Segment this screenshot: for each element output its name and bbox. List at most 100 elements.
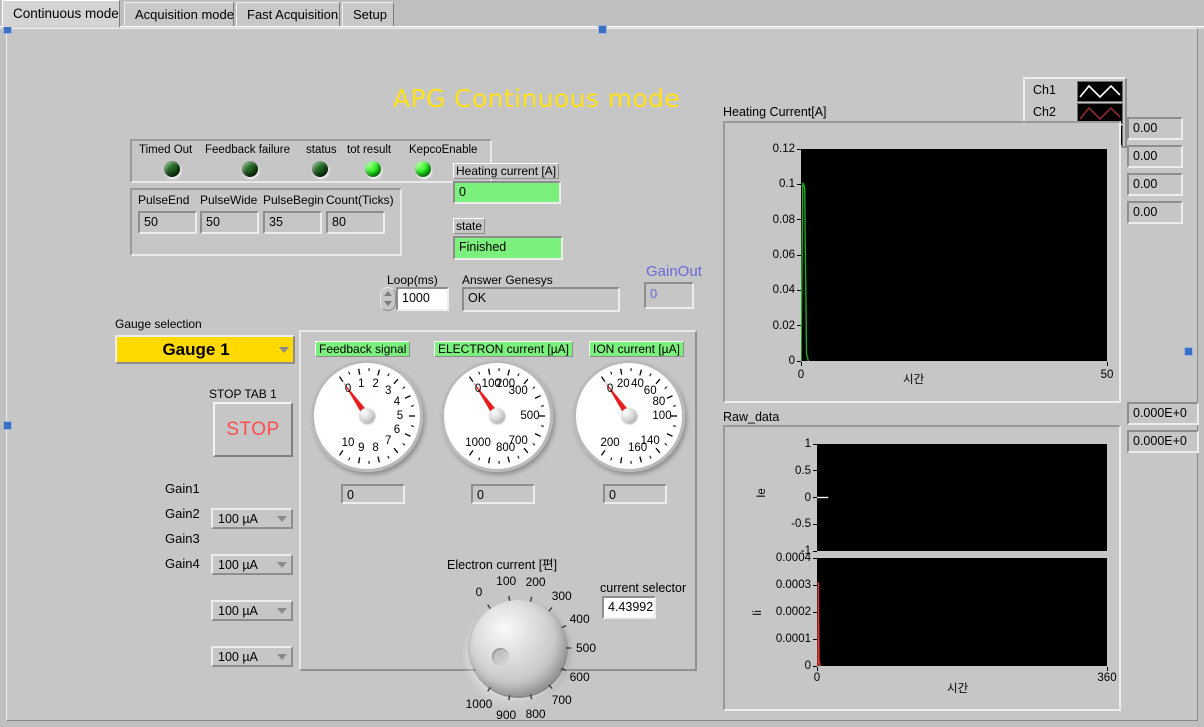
knob-ticks bbox=[487, 595, 571, 701]
gain4-combo[interactable]: 100 µA bbox=[211, 646, 293, 667]
meter-tick-label: 9 bbox=[358, 442, 365, 455]
meter-hub bbox=[359, 408, 374, 423]
legend-row-ch1[interactable]: Ch1 bbox=[1029, 81, 1125, 102]
feedback-signal-value: 0 bbox=[341, 484, 405, 504]
led-label-feedback-failure: Feedback failure bbox=[205, 144, 291, 156]
heating-current-field-label: Heating current [A] bbox=[453, 163, 560, 179]
knob-tick-label: 1000 bbox=[465, 696, 493, 711]
tab-label: Continuous mode bbox=[13, 6, 119, 21]
count-ticks-field[interactable]: 80 bbox=[326, 211, 385, 234]
answer-genesys-label: Answer Genesys bbox=[462, 273, 553, 287]
led-label-kepco-enable: KepcoEnable bbox=[409, 144, 478, 156]
gain1-combo[interactable]: 100 µA bbox=[211, 508, 293, 529]
heating-current-plot-area bbox=[801, 149, 1107, 361]
meter-tick-label: 500 bbox=[520, 410, 540, 422]
tab-fast-acquisition[interactable]: Fast Acquisition bbox=[236, 2, 340, 26]
knob-label: Electron current [편] bbox=[447, 558, 558, 572]
ytick-mark bbox=[813, 523, 817, 525]
state-label: state bbox=[453, 218, 486, 234]
meter-tick-label: 160 bbox=[627, 441, 648, 454]
ytick-mark bbox=[813, 557, 817, 559]
knob-tick-label: 300 bbox=[551, 588, 572, 603]
heating-current-ytick: 0.08 bbox=[772, 213, 795, 226]
tab-label: Acquisition mode bbox=[135, 7, 234, 22]
tab-label: Setup bbox=[353, 7, 387, 22]
pulse-begin-field[interactable]: 35 bbox=[263, 211, 322, 234]
resize-handle-right[interactable] bbox=[1184, 347, 1193, 356]
chevron-down-icon[interactable] bbox=[277, 653, 287, 660]
heating-current-trace bbox=[801, 182, 810, 361]
raw-data-ii-plot-area bbox=[817, 558, 1107, 666]
right-indicator-5: 0.000E+0 bbox=[1127, 402, 1199, 425]
loop-ms-spinner[interactable] bbox=[380, 287, 396, 311]
ion-current-value: 0 bbox=[603, 484, 667, 504]
ytick-mark bbox=[797, 183, 801, 185]
spinner-down-icon[interactable] bbox=[384, 301, 392, 306]
feedback-signal-meter: 0 1 2 3 4 5 6 7 8 9 10 bbox=[311, 360, 423, 472]
resize-handle-left[interactable] bbox=[3, 421, 12, 430]
electron-current-knob[interactable]: 0 100 200 300 400 500 600 700 800 900 1000 bbox=[462, 574, 596, 722]
gauge-selection-label: Gauge selection bbox=[115, 317, 202, 331]
tab-acquisition-mode[interactable]: Acquisition mode bbox=[124, 2, 234, 26]
ytick-mark bbox=[797, 254, 801, 256]
meter-tick-label: 4 bbox=[393, 396, 401, 409]
raw-data-ytick: 0 bbox=[804, 491, 811, 504]
led-kepco-enable bbox=[415, 161, 431, 177]
xtick-mark bbox=[1106, 362, 1108, 366]
chevron-down-icon[interactable] bbox=[277, 561, 287, 568]
heating-current-chart: 시간 0 0.02 0.04 0.06 0.08 0.1 0.12 0 50 bbox=[723, 121, 1121, 403]
loop-ms-field[interactable]: 1000 bbox=[396, 287, 449, 311]
current-selector-field[interactable]: 4.43992 bbox=[602, 596, 656, 619]
knob-tick-label: 200 bbox=[525, 575, 546, 590]
ion-current-meter: 0 20 40 60 80 100 140 160 200 bbox=[573, 360, 685, 472]
ytick-mark bbox=[813, 497, 817, 498]
chevron-down-icon[interactable] bbox=[277, 607, 287, 614]
answer-genesys-field: OK bbox=[462, 287, 620, 312]
tab-continuous-mode[interactable]: Continuous mode bbox=[2, 0, 120, 27]
gain3-combo[interactable]: 100 µA bbox=[211, 600, 293, 621]
gain2-combo[interactable]: 100 µA bbox=[211, 554, 293, 575]
gain4-value: 100 µA bbox=[218, 649, 258, 664]
pulse-begin-label: PulseBegin bbox=[263, 193, 324, 207]
right-indicator-6: 0.000E+0 bbox=[1127, 430, 1199, 453]
raw-data-ytick: 0.0002 bbox=[775, 606, 811, 618]
chevron-down-icon[interactable] bbox=[277, 515, 287, 522]
resize-handle-top[interactable] bbox=[598, 25, 607, 34]
tab-setup[interactable]: Setup bbox=[342, 2, 394, 26]
knob-tick-label: 400 bbox=[569, 612, 590, 627]
right-indicator-4: 0.00 bbox=[1127, 201, 1183, 224]
knob-tick-label: 0 bbox=[475, 585, 483, 600]
heating-current-chart-title: Heating Current[A] bbox=[723, 105, 827, 119]
status-led-group: Timed Out Feedback failure status tot re… bbox=[130, 139, 492, 183]
raw-data-xtick: 0 bbox=[813, 672, 821, 684]
stop-label: STOP TAB 1 bbox=[209, 387, 277, 401]
ytick-mark bbox=[813, 638, 817, 640]
xtick-mark bbox=[800, 362, 802, 366]
raw-data-xlabel: 시간 bbox=[947, 683, 969, 695]
xtick-mark bbox=[1106, 667, 1108, 671]
raw-data-ytick: 0.0004 bbox=[775, 552, 811, 564]
stop-button[interactable]: STOP bbox=[213, 402, 293, 457]
meter-tick-label: 5 bbox=[396, 410, 404, 422]
chevron-down-icon[interactable] bbox=[279, 346, 289, 353]
gauge-selection-combo[interactable]: Gauge 1 bbox=[115, 335, 295, 364]
heating-current-xtick: 50 bbox=[1100, 369, 1114, 381]
ytick-mark bbox=[813, 550, 817, 552]
ion-current-label: ION current [µA] bbox=[589, 341, 684, 357]
raw-data-xtick: 360 bbox=[1097, 672, 1117, 684]
meter-tick-label: 10 bbox=[341, 437, 355, 450]
current-selector-label: current selector bbox=[600, 581, 687, 595]
pulse-end-field[interactable]: 50 bbox=[138, 211, 197, 234]
legend-swatch-ch1[interactable] bbox=[1077, 81, 1123, 102]
main-panel: APG Continuous mode Timed Out Feedback f… bbox=[3, 25, 1199, 722]
spinner-up-icon[interactable] bbox=[384, 291, 392, 296]
pulse-wide-field[interactable]: 50 bbox=[200, 211, 259, 234]
meter-tick-label: 0 bbox=[606, 382, 614, 395]
ytick-mark bbox=[813, 470, 817, 472]
ytick-mark bbox=[797, 325, 801, 327]
gain1-value: 100 µA bbox=[218, 511, 258, 526]
gain2-value: 100 µA bbox=[218, 557, 258, 572]
raw-data-ie-trace bbox=[817, 496, 829, 499]
gauge-selection-value: Gauge 1 bbox=[162, 339, 230, 359]
tab-label: Fast Acquisition bbox=[247, 7, 339, 22]
